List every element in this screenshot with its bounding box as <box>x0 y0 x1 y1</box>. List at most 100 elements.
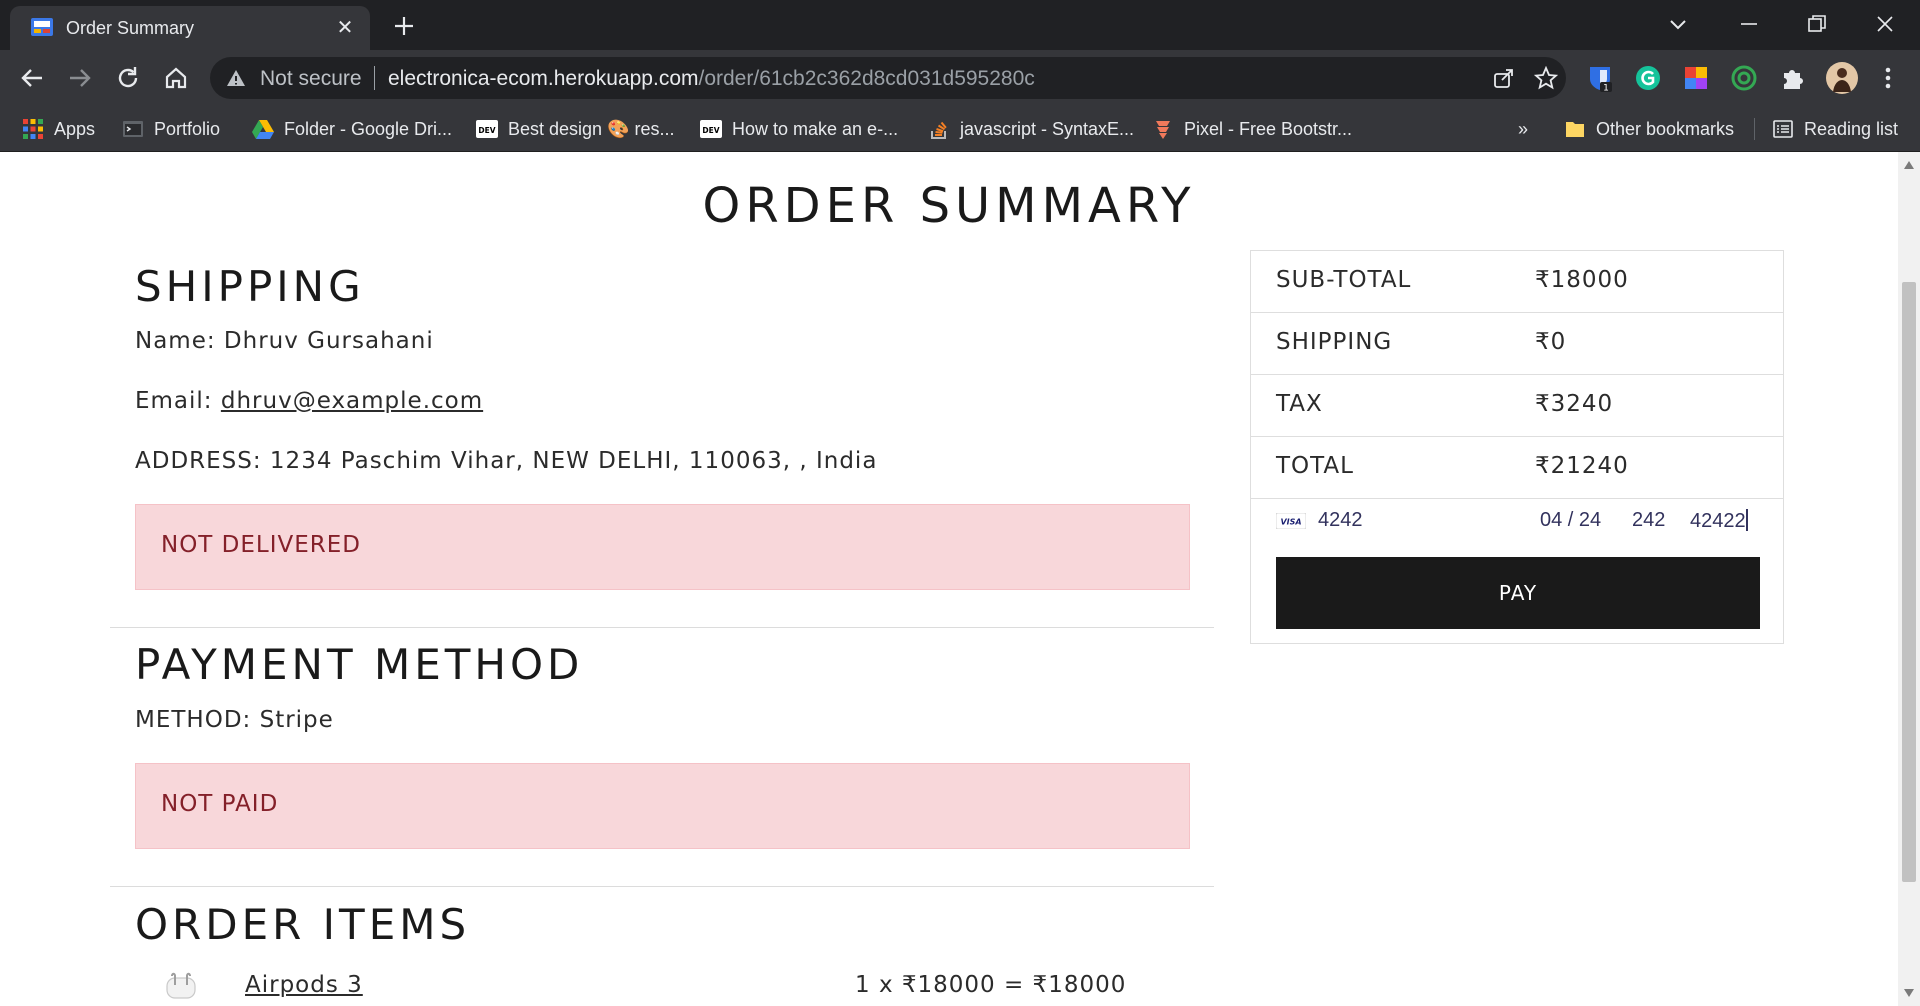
tab-close-icon[interactable]: ✕ <box>334 16 356 38</box>
browser-toolbar: Not secure electronica-ecom.herokuapp.co… <box>0 50 1920 106</box>
summary-row-shipping: SHIPPING ₹0 <box>1251 313 1783 375</box>
bookmark-google-drive[interactable]: Folder - Google Dri... <box>252 114 452 144</box>
dev-icon: DEV <box>476 120 498 138</box>
tab-title: Order Summary <box>66 18 195 38</box>
bitwarden-extension-icon[interactable]: 1 <box>1586 64 1614 92</box>
dev-icon: DEV <box>700 120 722 138</box>
bookmark-how-to-make[interactable]: DEV How to make an e-... <box>700 114 898 144</box>
product-price-line: 1 x ₹18000 = ₹18000 <box>855 972 1127 998</box>
svg-text:DEV: DEV <box>702 126 719 135</box>
folder-icon <box>1566 122 1584 137</box>
window-close-icon[interactable] <box>1871 10 1899 38</box>
product-thumbnail-icon[interactable] <box>163 970 199 1002</box>
product-link[interactable]: Airpods 3 <box>245 972 363 998</box>
bookmark-other-bookmarks[interactable]: Other bookmarks <box>1564 114 1734 144</box>
summary-row-subtotal: SUB-TOTAL ₹18000 <box>1251 251 1783 313</box>
summary-label: SHIPPING <box>1276 329 1393 355</box>
bookmark-best-design[interactable]: DEV Best design 🎨 res... <box>476 114 674 144</box>
card-cvc-input[interactable]: 242 <box>1632 509 1665 532</box>
visa-card-icon: VISA <box>1276 513 1306 529</box>
reading-list-icon <box>1773 120 1793 138</box>
bookmark-javascript-syntax[interactable]: javascript - SyntaxE... <box>928 114 1134 144</box>
bookmark-label: Portfolio <box>154 118 221 139</box>
payment-method-line: METHOD: Stripe <box>135 707 334 733</box>
color-palette-extension-icon[interactable] <box>1682 64 1710 92</box>
bookmark-portfolio[interactable]: Portfolio <box>122 114 220 144</box>
shipping-email-line: Email: dhruv@example.com <box>135 388 483 414</box>
summary-label: TAX <box>1276 391 1323 417</box>
new-tab-icon[interactable] <box>390 12 418 40</box>
reload-icon[interactable] <box>114 64 142 92</box>
scroll-up-arrow-icon[interactable] <box>1903 160 1915 170</box>
bookmark-label: How to make an e-... <box>732 118 899 139</box>
card-zip-input-wrapper[interactable]: 42422 <box>1690 509 1748 533</box>
bookmark-label: Folder - Google Dri... <box>284 118 453 139</box>
url-text[interactable]: electronica-ecom.herokuapp.com/order/61c… <box>388 67 1035 91</box>
order-item-row: Airpods 3 1 x ₹18000 = ₹18000 <box>135 970 1190 1006</box>
svg-text:DEV: DEV <box>478 126 495 135</box>
bookmarks-bar: Apps Portfolio Folder - Google Dri... DE… <box>0 106 1920 152</box>
tab-strip: Order Summary ✕ <box>0 0 1920 50</box>
bookmark-star-icon[interactable] <box>1534 66 1558 90</box>
forward-icon[interactable] <box>66 64 94 92</box>
bookmarks-separator <box>1754 118 1755 140</box>
page-title: ORDER SUMMARY <box>702 178 1196 234</box>
google-drive-icon <box>252 120 274 139</box>
scrollbar-thumb[interactable] <box>1902 282 1916 882</box>
summary-label: SUB-TOTAL <box>1276 267 1412 293</box>
target-extension-icon[interactable] <box>1730 64 1758 92</box>
extensions-puzzle-icon[interactable] <box>1778 64 1806 92</box>
text-caret <box>1745 509 1748 531</box>
pay-button[interactable]: PAY <box>1276 557 1760 629</box>
bookmark-label: Other bookmarks <box>1596 118 1735 139</box>
url-host: electronica-ecom.herokuapp.com <box>388 67 699 90</box>
payment-method-heading: PAYMENT METHOD <box>135 640 584 689</box>
summary-value: ₹18000 <box>1535 267 1629 293</box>
order-summary-card: SUB-TOTAL ₹18000 SHIPPING ₹0 TAX ₹3240 T… <box>1250 250 1784 644</box>
home-icon[interactable] <box>162 64 190 92</box>
chrome-menu-icon[interactable] <box>1874 64 1902 92</box>
not-secure-warning-icon[interactable] <box>226 68 246 88</box>
bookmark-pixel[interactable]: Pixel - Free Bootstr... <box>1152 114 1352 144</box>
page-scrollbar[interactable] <box>1898 152 1920 1006</box>
section-divider <box>110 627 1214 628</box>
shipping-name: Name: Dhruv Gursahani <box>135 328 434 354</box>
url-path: /order/61cb2c362d8cd031d595280c <box>698 67 1035 90</box>
bookmark-apps[interactable]: Apps <box>22 114 95 144</box>
tab-search-chevron-icon[interactable] <box>1668 14 1688 34</box>
card-number-input[interactable]: 4242 <box>1318 509 1363 532</box>
summary-label: TOTAL <box>1276 453 1354 479</box>
summary-row-tax: TAX ₹3240 <box>1251 375 1783 437</box>
address-bar[interactable]: Not secure electronica-ecom.herokuapp.co… <box>210 57 1566 99</box>
bookmark-label: Reading list <box>1804 118 1899 139</box>
minimize-icon[interactable] <box>1735 10 1763 38</box>
browser-tab[interactable]: Order Summary ✕ <box>10 6 370 50</box>
summary-row-total: TOTAL ₹21240 <box>1251 437 1783 499</box>
extension-badge: 1 <box>1603 84 1609 93</box>
apps-grid-icon <box>23 119 43 139</box>
pixel-icon <box>1156 121 1170 139</box>
email-link[interactable]: dhruv@example.com <box>221 388 483 414</box>
restore-icon[interactable] <box>1803 10 1831 38</box>
email-label: Email: <box>135 388 221 414</box>
site-favicon-icon <box>31 18 53 36</box>
card-input-field[interactable]: VISA 4242 04 / 24 242 42422 <box>1276 503 1760 539</box>
bookmark-label: javascript - SyntaxE... <box>960 118 1135 139</box>
scroll-down-arrow-icon[interactable] <box>1903 988 1915 998</box>
share-icon[interactable] <box>1492 66 1516 90</box>
bookmarks-overflow-button[interactable]: » <box>1518 114 1528 144</box>
card-brand-text: VISA <box>1280 518 1301 527</box>
not-secure-label[interactable]: Not secure <box>260 67 362 91</box>
profile-avatar-icon[interactable] <box>1826 62 1858 94</box>
grammarly-extension-icon[interactable] <box>1634 64 1662 92</box>
portfolio-icon <box>123 121 143 137</box>
page-viewport: ORDER SUMMARY SHIPPING Name: Dhruv Gursa… <box>0 152 1898 1006</box>
summary-value: ₹21240 <box>1535 453 1629 479</box>
payment-status-alert: NOT PAID <box>135 763 1190 849</box>
reading-list-button[interactable]: Reading list <box>1772 114 1898 144</box>
card-zip-input[interactable]: 42422 <box>1690 510 1746 532</box>
card-expiry-input[interactable]: 04 / 24 <box>1540 509 1601 532</box>
back-icon[interactable] <box>18 64 46 92</box>
shipping-address: ADDRESS: 1234 Paschim Vihar, NEW DELHI, … <box>135 448 878 474</box>
shipping-heading: SHIPPING <box>135 262 365 311</box>
